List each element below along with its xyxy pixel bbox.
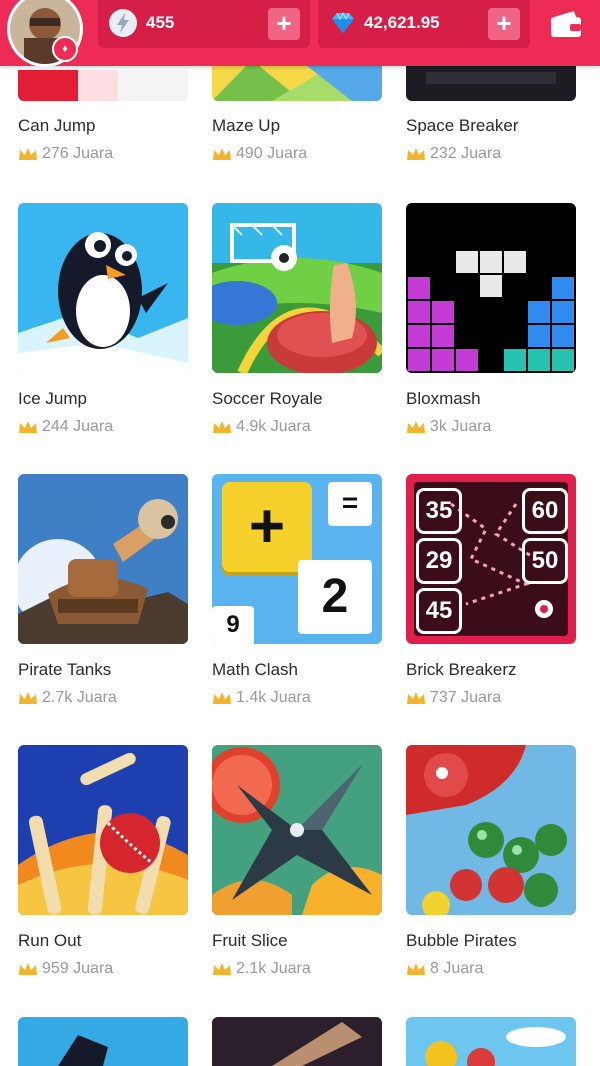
game-thumbnail[interactable]: + = 2 9 xyxy=(212,474,382,644)
energy-counter: 455 + xyxy=(98,0,310,48)
profile-badge-icon: ♦ xyxy=(52,36,78,62)
game-champions: 1.4k Juara xyxy=(212,689,311,707)
champions-count: 490 Juara xyxy=(236,145,308,162)
add-energy-button[interactable]: + xyxy=(268,8,300,40)
crown-icon xyxy=(407,148,425,160)
crown-icon xyxy=(407,692,425,704)
game-card-bloxmash[interactable]: Bloxmash 3k Juara xyxy=(406,203,576,435)
game-title: Ice Jump xyxy=(18,389,87,408)
game-card-brick-breakerz[interactable]: 35 60 29 50 45 Brick Breakerz 737 Juara xyxy=(406,474,576,706)
champions-count: 2.1k Juara xyxy=(236,960,311,977)
math-answer-tile: 2 xyxy=(298,560,372,634)
game-card-partial[interactable] xyxy=(212,1017,382,1066)
champions-count: 4.9k Juara xyxy=(236,418,311,435)
game-champions: 232 Juara xyxy=(406,145,501,163)
game-title: Fruit Slice xyxy=(212,931,288,950)
champions-count: 1.4k Juara xyxy=(236,689,311,706)
champions-count: 3k Juara xyxy=(430,418,492,435)
wallet-icon[interactable] xyxy=(548,8,584,40)
game-title: Can Jump xyxy=(18,116,96,135)
crown-icon xyxy=(407,963,425,975)
game-title: Brick Breakerz xyxy=(406,660,517,679)
game-card-math-clash[interactable]: + = 2 9 Math Clash 1.4k Juara xyxy=(212,474,382,706)
game-champions: 2.7k Juara xyxy=(18,689,117,707)
game-thumbnail[interactable] xyxy=(406,203,576,373)
game-thumbnail[interactable]: 35 60 29 50 45 xyxy=(406,474,576,644)
game-thumbnail[interactable] xyxy=(212,203,382,373)
game-champions: 276 Juara xyxy=(18,145,113,163)
brick-tile: 50 xyxy=(522,538,568,584)
game-champions: 8 Juara xyxy=(406,960,483,978)
game-champions: 3k Juara xyxy=(406,418,491,436)
crown-icon xyxy=(19,692,37,704)
champions-count: 276 Juara xyxy=(42,145,114,162)
crown-icon xyxy=(407,421,425,433)
game-champions: 4.9k Juara xyxy=(212,418,311,436)
champions-count: 959 Juara xyxy=(42,960,114,977)
game-card-ice-jump[interactable]: Ice Jump 244 Juara xyxy=(18,203,188,435)
game-thumbnail[interactable] xyxy=(212,745,382,915)
brick-tile: 29 xyxy=(416,538,462,584)
gem-value: 42,621.95 xyxy=(364,13,440,32)
add-gems-button[interactable]: + xyxy=(488,8,520,40)
game-title: Bubble Pirates xyxy=(406,931,517,950)
champions-count: 232 Juara xyxy=(430,145,502,162)
game-card-partial[interactable] xyxy=(406,1017,576,1066)
game-thumbnail[interactable] xyxy=(18,474,188,644)
game-title: Space Breaker xyxy=(406,116,519,135)
game-champions: 737 Juara xyxy=(406,689,501,707)
champions-count: 737 Juara xyxy=(430,689,502,706)
game-thumbnail[interactable] xyxy=(406,745,576,915)
game-title: Maze Up xyxy=(212,116,281,135)
game-card-fruit-slice[interactable]: Fruit Slice 2.1k Juara xyxy=(212,745,382,977)
brick-tile: 35 xyxy=(416,488,462,534)
brick-tile: 45 xyxy=(416,588,462,634)
game-title: Pirate Tanks xyxy=(18,660,112,679)
crown-icon xyxy=(213,692,231,704)
game-card-pirate-tanks[interactable]: Pirate Tanks 2.7k Juara xyxy=(18,474,188,706)
game-thumbnail[interactable] xyxy=(406,1017,576,1066)
game-champions: 244 Juara xyxy=(18,418,113,436)
diamond-icon xyxy=(332,11,354,33)
math-plus-tile: + xyxy=(248,492,286,561)
crown-icon xyxy=(19,421,37,433)
champions-count: 8 Juara xyxy=(430,960,484,977)
lightning-icon xyxy=(109,9,137,37)
game-thumbnail[interactable] xyxy=(18,203,188,373)
top-bar: ♦ 455 + 42,621.95 + xyxy=(0,0,600,66)
math-number-tile: 9 xyxy=(212,606,254,644)
champions-count: 2.7k Juara xyxy=(42,689,117,706)
crown-icon xyxy=(213,148,231,160)
energy-value: 455 xyxy=(146,13,175,32)
game-thumbnail[interactable] xyxy=(18,745,188,915)
game-card-bubble-pirates[interactable]: Bubble Pirates 8 Juara xyxy=(406,745,576,977)
game-champions: 2.1k Juara xyxy=(212,960,311,978)
game-title: Soccer Royale xyxy=(212,389,323,408)
crown-icon xyxy=(19,148,37,160)
game-card-partial[interactable] xyxy=(18,1017,188,1066)
game-champions: 490 Juara xyxy=(212,145,307,163)
game-card-run-out[interactable]: Run Out 959 Juara xyxy=(18,745,188,977)
game-champions: 959 Juara xyxy=(18,960,113,978)
champions-count: 244 Juara xyxy=(42,418,114,435)
crown-icon xyxy=(19,963,37,975)
math-equals-tile: = xyxy=(328,482,372,526)
crown-icon xyxy=(213,963,231,975)
game-title: Run Out xyxy=(18,931,82,950)
game-thumbnail[interactable] xyxy=(18,1017,188,1066)
brick-tile: 60 xyxy=(522,488,568,534)
gem-counter: 42,621.95 + xyxy=(318,0,530,48)
game-title: Bloxmash xyxy=(406,389,481,408)
game-title: Math Clash xyxy=(212,660,298,679)
game-card-soccer-royale[interactable]: Soccer Royale 4.9k Juara xyxy=(212,203,382,435)
crown-icon xyxy=(213,421,231,433)
game-thumbnail[interactable] xyxy=(212,1017,382,1066)
